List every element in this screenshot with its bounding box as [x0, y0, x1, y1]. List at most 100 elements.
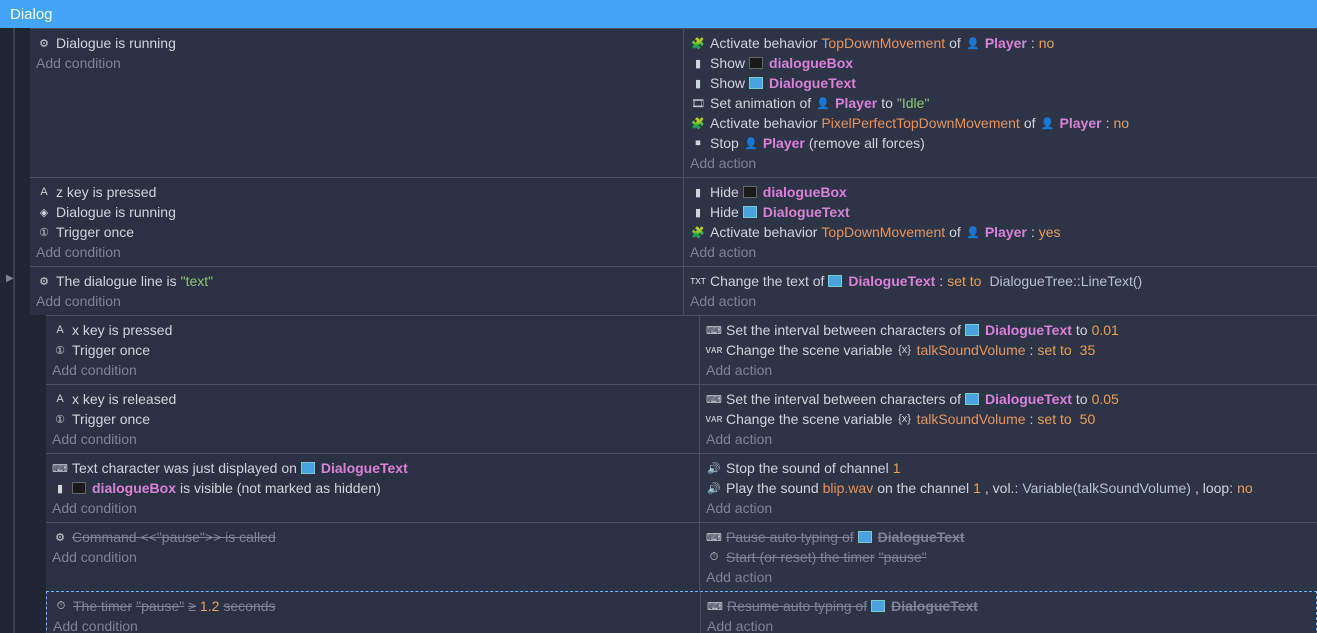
event-row[interactable]: Ax key is pressed①Trigger onceAdd condit… [46, 315, 1317, 384]
event-line[interactable]: ⏱The timer "pause" ≥ 1.2 seconds [53, 596, 694, 616]
text-part: Hide [710, 204, 739, 220]
text-part: TopDownMovement [821, 224, 945, 240]
event-row[interactable]: Az key is pressed◈Dialogue is running①Tr… [30, 177, 1317, 266]
event-line[interactable]: 🧩Activate behavior TopDownMovement of 👤P… [690, 222, 1311, 242]
event-row[interactable]: ⏱The timer "pause" ≥ 1.2 secondsAdd cond… [46, 591, 1317, 633]
event-line[interactable]: ᴠᴀʀChange the scene variable {x}talkSoun… [706, 340, 1311, 360]
actions-cell: ⌨Set the interval between characters of … [700, 316, 1317, 384]
add-condition-button[interactable]: Add condition [52, 498, 693, 522]
📄-icon: ▮ [690, 184, 706, 200]
add-condition-button[interactable]: Add condition [36, 242, 677, 266]
event-line[interactable]: 🧩Activate behavior PixelPerfectTopDownMo… [690, 113, 1311, 133]
text-part: to [881, 95, 893, 111]
event-line[interactable]: 🔊Stop the sound of channel 1 [706, 458, 1311, 478]
⚙-icon: ⚙ [36, 35, 52, 51]
text-part: Dialogue is running [56, 204, 176, 220]
add-condition-button[interactable]: Add condition [53, 616, 694, 633]
⏱-icon: ⏱ [706, 549, 722, 565]
event-line[interactable]: ⚙Command <<"pause">> is called [52, 527, 693, 547]
event-line[interactable]: ⚙Dialogue is running [36, 33, 677, 53]
text-part: : [939, 273, 943, 289]
event-line[interactable]: ᴛxᴛChange the text of DialogueText: set … [690, 271, 1311, 291]
text-part: : [1030, 411, 1034, 427]
VAR-icon: ᴠᴀʀ [706, 342, 722, 358]
object-thumb-icon [965, 324, 979, 336]
add-condition-button[interactable]: Add condition [52, 429, 693, 453]
text-part: blip.wav [823, 480, 874, 496]
⌨-icon: ⌨ [52, 460, 68, 476]
gutter [0, 28, 14, 633]
event-line[interactable]: ⏹Stop 👤Player (remove all forces) [690, 133, 1311, 153]
text-part: Set the interval between characters of [726, 391, 961, 407]
event-line[interactable]: ⏱Start (or reset) the timer "pause" [706, 547, 1311, 567]
text-part: DialogueText [891, 598, 978, 614]
add-action-button[interactable]: Add action [706, 429, 1311, 453]
add-action-button[interactable]: Add action [690, 153, 1311, 177]
add-action-button[interactable]: Add action [706, 360, 1311, 384]
add-condition-button[interactable]: Add condition [52, 360, 693, 384]
event-line[interactable]: ⌨Resume auto typing of DialogueText [707, 596, 1310, 616]
event-line[interactable]: Ax key is pressed [52, 320, 693, 340]
event-line[interactable]: ▮Hide DialogueText [690, 202, 1311, 222]
text-part: Set the interval between characters of [726, 322, 961, 338]
add-action-button[interactable]: Add action [706, 498, 1311, 522]
add-action-button[interactable]: Add action [690, 291, 1311, 315]
event-line[interactable]: ①Trigger once [52, 340, 693, 360]
event-line[interactable]: ⌨Set the interval between characters of … [706, 320, 1311, 340]
event-line[interactable]: ▮Show DialogueText [690, 73, 1311, 93]
text-part: is visible (not marked as hidden) [180, 480, 381, 496]
conditions-cell: ⌨Text character was just displayed on Di… [46, 454, 700, 522]
🎞-icon: 🎞 [690, 95, 706, 111]
inline-icon: 👤 [815, 95, 831, 111]
event-line[interactable]: 🧩Activate behavior TopDownMovement of 👤P… [690, 33, 1311, 53]
actions-cell: 🔊Stop the sound of channel 1🔊Play the so… [700, 454, 1317, 522]
event-row[interactable]: Ax key is released①Trigger onceAdd condi… [46, 384, 1317, 453]
event-line[interactable]: ▮Show dialogueBox [690, 53, 1311, 73]
text-part: Player [985, 35, 1027, 51]
add-condition-button[interactable]: Add condition [52, 547, 693, 571]
event-line[interactable]: ①Trigger once [36, 222, 677, 242]
event-line[interactable]: ⌨Text character was just displayed on Di… [52, 458, 693, 478]
📄-icon: ▮ [690, 204, 706, 220]
text-part: set to [947, 273, 981, 289]
event-line[interactable]: ▮dialogueBox is visible (not marked as h… [52, 478, 693, 498]
object-thumb-icon [871, 600, 885, 612]
🧩-icon: 🧩 [690, 115, 706, 131]
event-line[interactable]: ①Trigger once [52, 409, 693, 429]
event-row[interactable]: ▶⚙The dialogue line is "text"Add conditi… [30, 266, 1317, 315]
add-action-button[interactable]: Add action [690, 242, 1311, 266]
⚙-icon: ⚙ [36, 273, 52, 289]
event-row[interactable]: ⚙Dialogue is runningAdd condition🧩Activa… [30, 28, 1317, 177]
event-row[interactable]: ⚙Command <<"pause">> is calledAdd condit… [46, 522, 1317, 591]
text-part: dialogueBox [763, 184, 847, 200]
event-line[interactable]: ▮Hide dialogueBox [690, 182, 1311, 202]
event-row[interactable]: ⌨Text character was just displayed on Di… [46, 453, 1317, 522]
text-part: : [1106, 115, 1110, 131]
add-condition-button[interactable]: Add condition [36, 53, 677, 77]
event-line[interactable]: ᴠᴀʀChange the scene variable {x}talkSoun… [706, 409, 1311, 429]
text-part: Stop the sound of channel [726, 460, 889, 476]
inline-icon: {x} [897, 342, 913, 358]
collapse-arrow-icon[interactable]: ▶ [6, 273, 14, 284]
object-thumb-icon [72, 482, 86, 494]
add-action-button[interactable]: Add action [706, 567, 1311, 591]
text-part: , vol.: [985, 480, 1018, 496]
event-line[interactable]: ◈Dialogue is running [36, 202, 677, 222]
event-line[interactable]: ⌨Set the interval between characters of … [706, 389, 1311, 409]
text-part: Change the text of [710, 273, 824, 289]
conditions-cell: Ax key is pressed①Trigger onceAdd condit… [46, 316, 700, 384]
text-part: Activate behavior [710, 35, 817, 51]
add-condition-button[interactable]: Add condition [36, 291, 677, 315]
text-part: Variable(talkSoundVolume) [1022, 480, 1191, 496]
event-line[interactable]: ⚙The dialogue line is "text" [36, 271, 677, 291]
event-line[interactable]: 🎞Set animation of 👤Player to "Idle" [690, 93, 1311, 113]
event-line[interactable]: ⌨Pause auto typing of DialogueText [706, 527, 1311, 547]
event-line[interactable]: 🔊Play the sound blip.wav on the channel … [706, 478, 1311, 498]
event-line[interactable]: Ax key is released [52, 389, 693, 409]
📄-icon: ▮ [690, 75, 706, 91]
text-part: "pause" [136, 598, 184, 614]
add-action-button[interactable]: Add action [707, 616, 1310, 633]
text-part: TopDownMovement [821, 35, 945, 51]
object-thumb-icon [749, 57, 763, 69]
event-line[interactable]: Az key is pressed [36, 182, 677, 202]
